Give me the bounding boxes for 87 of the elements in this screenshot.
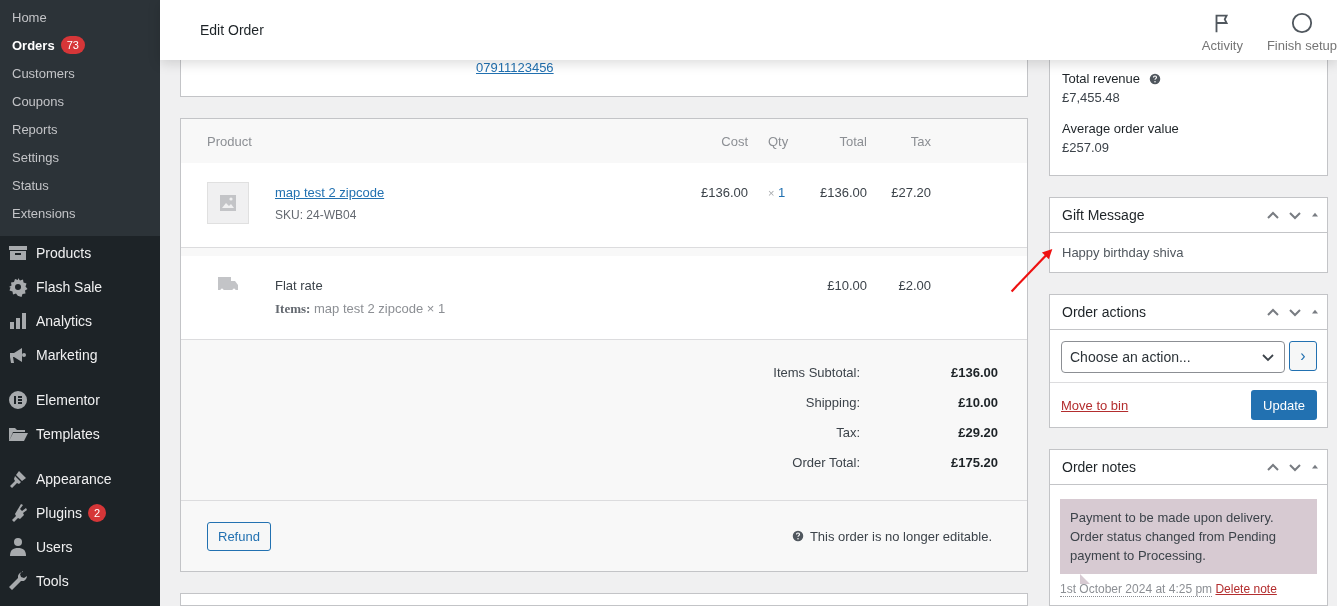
sidebar-item[interactable]: Plugins 2 (0, 496, 160, 530)
sidebar-item[interactable]: Elementor (0, 383, 160, 417)
menu-label: Products (36, 245, 92, 261)
note-text: Payment to be made upon delivery. Order status changed from Pending payment to Processing. (1070, 510, 1276, 563)
gear-icon (8, 277, 28, 297)
column-header: Product (207, 133, 253, 149)
total-value: £29.20 (957, 424, 998, 440)
product-link[interactable]: map test 2 zipcode (275, 185, 678, 200)
sidebar-item[interactable]: Orders 73 (0, 31, 160, 59)
table-cell-text: £10.00 (826, 278, 867, 293)
image-placeholder-icon (207, 182, 249, 224)
header-action[interactable]: Activity (1201, 0, 1243, 60)
apply-button[interactable]: › (1289, 341, 1317, 371)
sidebar-item[interactable]: Templates (0, 417, 160, 451)
help-icon[interactable] (1149, 72, 1162, 85)
shipping-items: Items: map test 2 zipcode × 1 (275, 301, 447, 317)
menu-label: Analytics (36, 313, 93, 329)
total-value: £136.00 (950, 364, 998, 380)
sidebar-item[interactable]: Settings (0, 143, 160, 171)
panel-title: Order notes (1062, 459, 1137, 475)
panel-title: Order actions (1062, 304, 1148, 320)
sidebar-item[interactable]: Status (0, 171, 160, 199)
stat-label: Total revenue (1062, 71, 1141, 86)
table-cell-text: £2.00 (897, 278, 931, 293)
total-value: £175.20 (950, 454, 998, 470)
sidebar-item[interactable]: Tools (0, 564, 160, 598)
sidebar-item[interactable]: Analytics (0, 304, 160, 338)
column-header: Cost (720, 133, 748, 149)
phone-link[interactable]: 07911123456 (476, 60, 1027, 75)
sidebar-item[interactable]: Marketing (0, 338, 160, 372)
sidebar-item[interactable]: Reports (0, 115, 160, 143)
stat-value: £257.09 (1062, 140, 1110, 155)
table-cell-text: £27.20 (890, 185, 931, 200)
sidebar-item[interactable]: Coupons (0, 87, 160, 115)
user-icon (8, 537, 28, 557)
total-value: £10.00 (957, 394, 998, 410)
update-button[interactable]: Update (1251, 390, 1317, 420)
stat-value: £7,455.48 (1062, 90, 1121, 105)
delete-note-link[interactable]: Delete note (1215, 582, 1277, 596)
column-header: Total (838, 133, 867, 149)
panel-title: Gift Message (1062, 207, 1146, 223)
table-cell-text: £136.00 (819, 185, 867, 200)
circle-icon (1290, 11, 1313, 34)
elementor-icon (8, 390, 28, 410)
total-label: Items Subtotal: (773, 364, 860, 380)
page-title: Edit Order (200, 22, 264, 38)
total-label: Order Total: (792, 454, 860, 470)
table-cell-text: × 1 (767, 185, 787, 200)
table-cell-text: £136.00 (700, 185, 748, 200)
sidebar-item[interactable]: Products (0, 236, 160, 270)
sidebar-item[interactable]: Users (0, 530, 160, 564)
menu-label: Appearance (36, 471, 112, 487)
megaphone-icon (8, 345, 28, 365)
count-badge: 2 (87, 504, 107, 522)
total-label: Shipping: (805, 394, 860, 410)
wrench-icon (8, 571, 28, 591)
sidebar-item[interactable]: Home (0, 3, 160, 31)
menu-label: Marketing (36, 347, 98, 363)
menu-label: Elementor (36, 392, 100, 408)
note-date: 1st October 2024 at 4:25 pm (1060, 582, 1213, 597)
sku-text: SKU: 24-WB04 (275, 208, 358, 222)
shipping-method: Flat rate (275, 278, 324, 293)
column-header: Qty (767, 133, 790, 149)
sidebar-item[interactable]: Customers (0, 59, 160, 87)
total-label: Tax: (836, 424, 860, 440)
action-select[interactable]: Choose an action... (1061, 341, 1285, 373)
help-icon (791, 530, 804, 542)
notice-text: This order is no longer editable. (809, 528, 992, 544)
refund-button[interactable]: Refund (207, 521, 271, 551)
box-icon (8, 243, 28, 263)
stat-label: Average order value (1062, 121, 1179, 136)
header-action[interactable]: Finish setup (1266, 0, 1337, 60)
gift-message-text: Happy birthday shiva (1062, 245, 1184, 260)
menu-label: Flash Sale (36, 279, 103, 295)
truck-icon (217, 276, 239, 292)
menu-label: Users (36, 539, 73, 555)
move-to-bin-link[interactable]: Move to bin (1061, 397, 1129, 413)
sidebar-item[interactable]: Extensions (0, 199, 160, 227)
menu-label: Tools (36, 573, 69, 589)
menu-label: Templates (36, 426, 100, 442)
count-badge: 73 (60, 36, 85, 54)
column-header: Tax (909, 133, 931, 149)
sidebar-item[interactable]: Flash Sale (0, 270, 160, 304)
bars-icon (8, 311, 28, 331)
sidebar-item[interactable]: Appearance (0, 462, 160, 496)
brush-icon (8, 469, 28, 489)
menu-label: Plugins (36, 505, 82, 521)
